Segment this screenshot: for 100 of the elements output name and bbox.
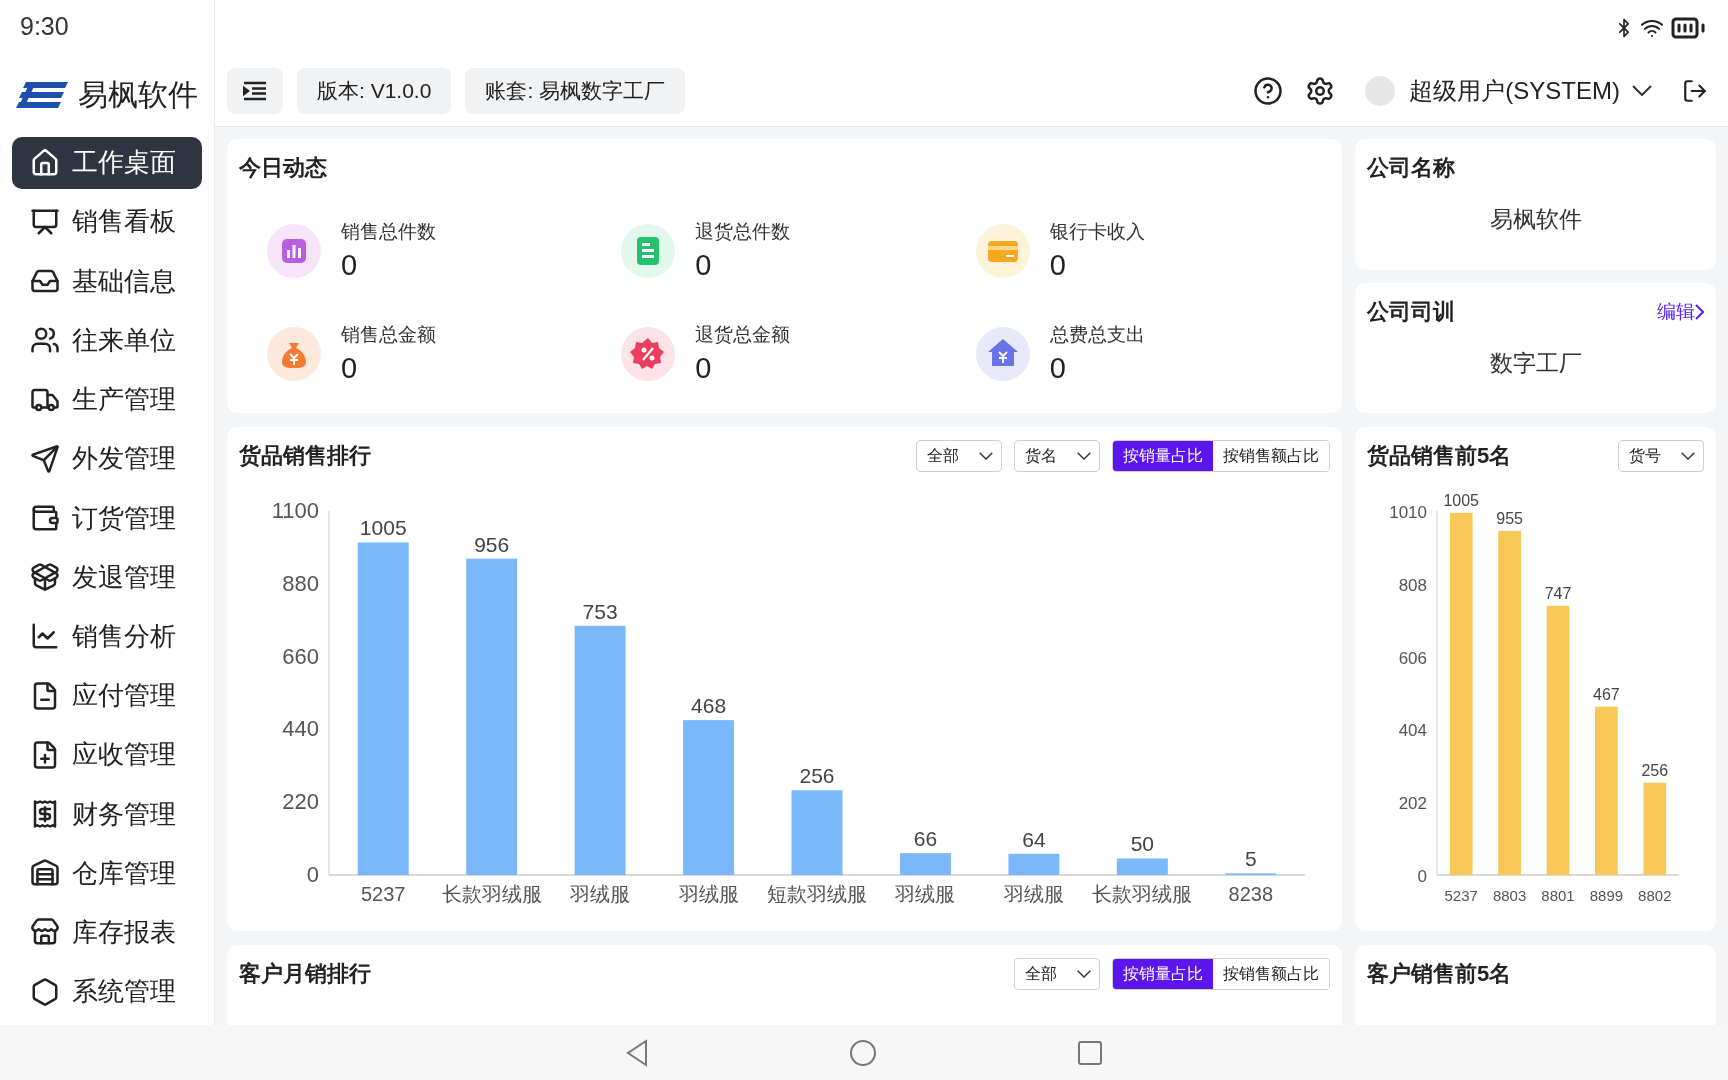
- sidebar-item[interactable]: 销售看板: [12, 196, 202, 248]
- chevron-right-icon: [1695, 304, 1704, 320]
- menu-button[interactable]: [227, 67, 283, 114]
- category-label: 长款羽绒服: [441, 883, 542, 905]
- avatar: [1365, 75, 1396, 106]
- sidebar-item[interactable]: 财务管理: [12, 788, 202, 840]
- sidebar-item[interactable]: 应收管理: [12, 728, 202, 781]
- category-label: 8803: [1492, 887, 1527, 904]
- stat-label: 退货总金额: [695, 323, 791, 347]
- category-label: 5237: [1444, 887, 1478, 904]
- sidebar-item[interactable]: 往来单位: [12, 314, 202, 367]
- y-tick-label: 0: [1417, 867, 1427, 886]
- bar: [1008, 853, 1060, 875]
- chevron-down-icon: [1681, 452, 1695, 460]
- sidebar-item[interactable]: 系统管理: [12, 965, 202, 1018]
- value-label: 747: [1544, 584, 1572, 602]
- house-icon: [975, 326, 1030, 381]
- version-button[interactable]: 版本: V1.0.0: [297, 67, 452, 114]
- menu-icon: [243, 80, 267, 101]
- sidebar-item[interactable]: 外发管理: [12, 432, 202, 485]
- value-label: 956: [474, 532, 510, 556]
- card-title: 客户月销排行: [239, 960, 371, 988]
- bar: [899, 853, 951, 875]
- sidebar-item[interactable]: 工作桌面: [12, 136, 202, 189]
- card-title: 今日动态: [239, 154, 327, 182]
- credit-card-icon: [975, 223, 1030, 278]
- value-label: 467: [1593, 685, 1620, 703]
- value-label: 468: [691, 694, 727, 718]
- house-icon: [30, 147, 60, 178]
- category-label: 8802: [1638, 887, 1672, 904]
- sidebar-item[interactable]: 生产管理: [12, 373, 202, 426]
- category-label: 5237: [360, 883, 406, 905]
- value-label: 50: [1130, 832, 1154, 856]
- sidebar-item[interactable]: 仓库管理: [12, 847, 202, 900]
- card-title: 公司司训: [1367, 298, 1455, 326]
- value-label: 1005: [1443, 491, 1479, 509]
- category-label: 羽绒服: [678, 883, 739, 905]
- stat-value: 0: [1049, 352, 1067, 385]
- card-title: 公司名称: [1367, 154, 1455, 182]
- company-name: 易枫软件: [1488, 205, 1583, 234]
- chevron-down-icon: [1077, 970, 1091, 978]
- monitor-icon: [30, 207, 60, 237]
- sidebar-item[interactable]: 订货管理: [12, 492, 202, 544]
- filter-dropdown[interactable]: 货名: [1014, 440, 1100, 472]
- filter-dropdown[interactable]: 全部: [916, 440, 1002, 472]
- chevron-down-icon: [1632, 85, 1652, 96]
- filter-dropdown[interactable]: 全部: [1014, 958, 1100, 990]
- toggle-button[interactable]: 按销量占比: [1113, 959, 1213, 989]
- user-menu[interactable]: 超级用户(SYSTEM): [1409, 74, 1664, 107]
- y-tick-label: 404: [1398, 721, 1427, 741]
- sidebar-item[interactable]: 库存报表: [12, 906, 202, 959]
- back-icon[interactable]: [625, 1038, 649, 1067]
- stat-value: 0: [695, 352, 713, 385]
- category-label: 羽绒服: [570, 883, 631, 905]
- store-icon: [30, 917, 60, 948]
- help-icon: [1253, 75, 1284, 106]
- card-title: 货品销售前5名: [1367, 442, 1512, 470]
- sidebar-item[interactable]: 基础信息: [12, 255, 202, 308]
- card-title: 客户销售前5名: [1367, 960, 1512, 988]
- document-icon: [621, 223, 676, 278]
- value-label: 64: [1022, 827, 1046, 851]
- category-label: 8801: [1541, 887, 1575, 904]
- filter-dropdown[interactable]: 货号: [1618, 440, 1704, 472]
- y-tick-label: 1010: [1389, 503, 1427, 522]
- value-label: 1005: [359, 516, 407, 540]
- logout-icon: [1682, 77, 1708, 104]
- sidebar-item[interactable]: 销售分析: [12, 610, 202, 663]
- edit-link[interactable]: 编辑: [1657, 299, 1704, 325]
- logo-icon: [16, 82, 68, 109]
- toggle-button[interactable]: 按销量占比: [1113, 441, 1213, 471]
- company-motto: 数字工厂: [1488, 348, 1583, 378]
- stat-label: 总费总支出: [1049, 323, 1145, 347]
- y-tick-label: 660: [282, 643, 319, 669]
- y-tick-label: 0: [306, 862, 319, 887]
- sidebar-item[interactable]: 应付管理: [12, 669, 202, 722]
- hexagon-icon: [30, 976, 60, 1007]
- account-button[interactable]: 账套: 易枫数字工厂: [465, 67, 686, 114]
- bar-chart-icon: [267, 223, 321, 278]
- y-tick-label: 202: [1398, 794, 1427, 814]
- value-label: 5: [1244, 847, 1257, 871]
- home-icon[interactable]: [849, 1038, 877, 1067]
- sidebar-item[interactable]: 发退管理: [12, 551, 202, 604]
- value-label: 955: [1496, 509, 1523, 527]
- stat-label: 退货总件数: [695, 220, 791, 244]
- stat-value: 0: [1049, 249, 1067, 282]
- recent-apps-icon[interactable]: [1077, 1039, 1103, 1066]
- bar: [1116, 858, 1168, 875]
- value-label: 753: [582, 599, 618, 623]
- stat-label: 银行卡收入: [1049, 220, 1145, 244]
- logo-text: 易枫软件: [78, 76, 198, 113]
- stat-label: 销售总金额: [341, 323, 436, 347]
- settings-icon: [1305, 75, 1336, 106]
- stat-value: 0: [341, 352, 359, 385]
- chevron-down-icon: [1077, 452, 1091, 460]
- stat-label: 销售总件数: [341, 220, 436, 244]
- stat-value: 0: [341, 249, 359, 282]
- send-icon: [30, 443, 60, 474]
- category-label: 羽绒服: [1003, 883, 1064, 905]
- category-label: 长款羽绒服: [1092, 883, 1193, 905]
- y-tick-label: 606: [1398, 648, 1427, 668]
